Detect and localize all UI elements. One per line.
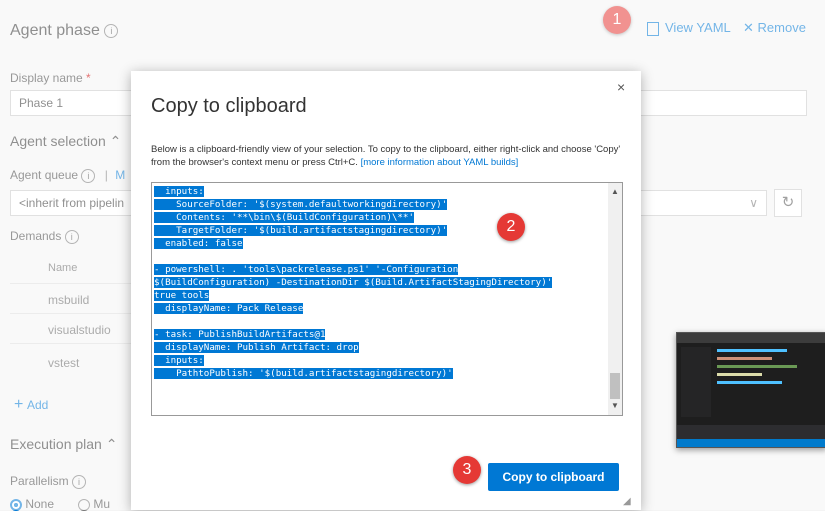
code-line: inputs: bbox=[154, 354, 604, 367]
code-line: - task: PublishBuildArtifacts@1 bbox=[154, 328, 604, 341]
dialog-description: Below is a clipboard-friendly view of yo… bbox=[151, 143, 621, 169]
scrollbar-thumb[interactable] bbox=[610, 373, 620, 399]
code-line: - powershell: . 'tools\packrelease.ps1' … bbox=[154, 263, 604, 276]
code-line-text: Contents: '**\bin\$(BuildConfiguration)\… bbox=[154, 212, 414, 223]
code-line: SourceFolder: '$(system.defaultworkingdi… bbox=[154, 198, 604, 211]
code-line: PathtoPublish: '$(build.artifactstagingd… bbox=[154, 367, 604, 380]
code-line-text: displayName: Publish Artifact: drop bbox=[154, 342, 359, 353]
resize-grip-icon[interactable]: ◢ bbox=[623, 496, 631, 507]
code-line-text: displayName: Pack Release bbox=[154, 303, 304, 314]
code-line-text: inputs: bbox=[154, 186, 204, 197]
code-line-text: PathtoPublish: '$(build.artifactstagingd… bbox=[154, 368, 453, 379]
dialog-title: Copy to clipboard bbox=[151, 95, 307, 117]
code-line: TargetFolder: '$(build.artifactstagingdi… bbox=[154, 224, 604, 237]
code-line-text: - powershell: . 'tools\packrelease.ps1' … bbox=[154, 264, 459, 275]
code-line: inputs: bbox=[154, 185, 604, 198]
code-line: enabled: false bbox=[154, 237, 604, 250]
copy-dialog: × Copy to clipboard Below is a clipboard… bbox=[131, 71, 641, 510]
yaml-code-box[interactable]: inputs: SourceFolder: '$(system.defaultw… bbox=[151, 182, 623, 416]
code-line: true tools bbox=[154, 289, 604, 302]
code-line-text: true tools bbox=[154, 290, 210, 301]
more-info-link[interactable]: [more information about YAML builds] bbox=[361, 157, 519, 168]
code-line: Contents: '**\bin\$(BuildConfiguration)\… bbox=[154, 211, 604, 224]
code-line-text: - task: PublishBuildArtifacts@1 bbox=[154, 329, 326, 340]
code-line: displayName: Publish Artifact: drop bbox=[154, 341, 604, 354]
yaml-code-content[interactable]: inputs: SourceFolder: '$(system.defaultw… bbox=[154, 185, 604, 380]
close-icon[interactable]: × bbox=[617, 79, 625, 95]
callout-3: 3 bbox=[453, 456, 481, 484]
code-line: displayName: Pack Release bbox=[154, 302, 604, 315]
code-line-text: enabled: false bbox=[154, 238, 243, 249]
callout-2: 2 bbox=[497, 213, 525, 241]
code-line-text: SourceFolder: '$(system.defaultworkingdi… bbox=[154, 199, 448, 210]
chevron-down-icon[interactable]: ▼ bbox=[611, 401, 619, 410]
code-line: $(BuildConfiguration) -DestinationDir $(… bbox=[154, 276, 604, 289]
copy-to-clipboard-button[interactable]: Copy to clipboard bbox=[488, 463, 619, 491]
code-line-text: inputs: bbox=[154, 355, 204, 366]
code-line-text: TargetFolder: '$(build.artifactstagingdi… bbox=[154, 225, 448, 236]
screenshot-thumbnail bbox=[676, 332, 825, 448]
chevron-up-icon[interactable]: ▲ bbox=[611, 187, 619, 196]
code-scrollbar[interactable]: ▲ ▼ bbox=[608, 183, 622, 415]
code-line-text: $(BuildConfiguration) -DestinationDir $(… bbox=[154, 277, 553, 288]
